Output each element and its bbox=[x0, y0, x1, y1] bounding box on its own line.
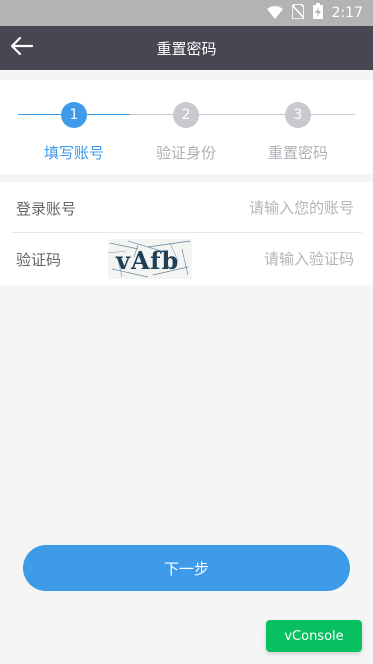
step-2-circle: 2 bbox=[173, 102, 199, 128]
page-title: 重置密码 bbox=[156, 40, 217, 58]
step-1-circle: 1 bbox=[61, 102, 87, 128]
status-bar: 2:17 bbox=[0, 0, 373, 26]
account-row: 登录账号 bbox=[11, 182, 362, 233]
step-indicator: 1 2 3 填写账号 验证身份 重置密码 bbox=[0, 80, 373, 174]
wifi-icon bbox=[266, 4, 283, 23]
step-3-circle: 3 bbox=[285, 102, 311, 128]
account-input[interactable] bbox=[174, 195, 354, 221]
captcha-image[interactable]: vAfb bbox=[108, 239, 192, 279]
step-3-label: 重置密码 bbox=[267, 144, 328, 162]
step-1-label: 填写账号 bbox=[43, 144, 104, 162]
captcha-input[interactable] bbox=[224, 246, 354, 272]
next-step-button[interactable]: 下一步 bbox=[23, 545, 350, 591]
account-label: 登录账号 bbox=[16, 200, 77, 218]
status-time: 2:17 bbox=[331, 5, 363, 21]
status-icons: 2:17 bbox=[266, 2, 363, 23]
battery-charging-icon bbox=[312, 3, 323, 23]
vconsole-button[interactable]: vConsole bbox=[266, 620, 362, 652]
captcha-label: 验证码 bbox=[16, 251, 62, 269]
nav-bar: 重置密码 bbox=[0, 26, 373, 70]
reset-form: 登录账号 验证码 vAfb bbox=[0, 182, 373, 285]
captcha-row: 验证码 vAfb bbox=[11, 233, 362, 284]
captcha-text: vAfb bbox=[116, 246, 180, 275]
step-2-label: 验证身份 bbox=[155, 144, 216, 162]
step-connector-2 bbox=[130, 114, 355, 115]
no-sim-icon bbox=[290, 2, 305, 23]
